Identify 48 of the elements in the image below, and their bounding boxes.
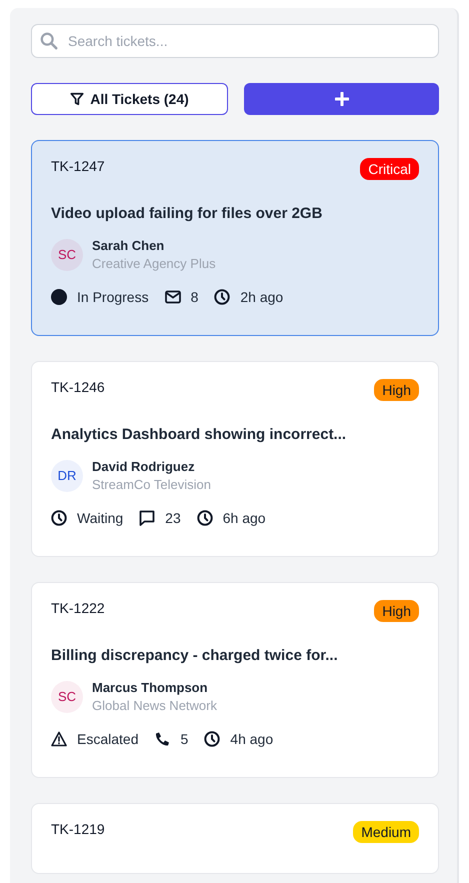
ticket-id: TK-1222 (51, 600, 105, 616)
message-count: 5 (180, 731, 188, 747)
filter-icon (70, 92, 84, 106)
customer-name: Marcus Thompson (92, 680, 209, 695)
ticket-title: Video upload failing for files over 2GB (51, 205, 324, 222)
ticket-id: TK-1246 (51, 379, 105, 395)
ticket-id: TK-1247 (51, 158, 105, 174)
ticket-id: TK-1219 (51, 821, 105, 837)
avatar: SC (51, 238, 83, 270)
company-name: Global News Network (92, 698, 217, 713)
ticket-card[interactable]: TK-1219 Medium (31, 803, 439, 874)
dot-icon (51, 289, 67, 305)
chat-icon (139, 510, 156, 526)
company-name: Creative Agency Plus (92, 256, 216, 271)
ticket-card[interactable]: TK-1247 Critical Video upload failing for files over 2GB SC Sarah Chen Creative Agency Plus In Progress 8 2h ago (31, 140, 439, 336)
filter-button[interactable]: All Tickets (24) (31, 83, 228, 115)
priority-badge: High (374, 600, 419, 622)
mail-icon (164, 290, 181, 304)
customer-name: Sarah Chen (92, 238, 166, 253)
status-label: In Progress (77, 289, 149, 305)
status-label: Escalated (77, 731, 138, 747)
time-ago: 6h ago (222, 510, 266, 526)
message-count: 23 (165, 510, 181, 526)
ticket-title: Analytics Dashboard showing incorrect... (51, 426, 348, 443)
ticket-title: Billing discrepancy - charged twice for... (51, 647, 339, 664)
clock-icon (204, 731, 220, 747)
status-label: Waiting (77, 510, 124, 526)
avatar: DR (51, 460, 83, 492)
ticket-card[interactable]: TK-1246 High Analytics Dashboard showing incorrect... DR David Rodriguez StreamCo Television Waiting 23 6h ago (31, 361, 439, 557)
warning-icon (51, 731, 67, 747)
ticket-card[interactable]: TK-1222 High Billing discrepancy - charged twice for... SC Marcus Thompson Global News Network Escalated 5 4h ago (31, 582, 439, 778)
search-icon (40, 32, 58, 50)
clock-icon (214, 289, 230, 305)
phone-icon (154, 731, 170, 747)
priority-badge: Critical (360, 158, 419, 180)
time-ago: 4h ago (230, 731, 274, 747)
clock-icon (196, 510, 213, 526)
priority-badge: Medium (353, 821, 419, 843)
priority-badge: High (374, 379, 419, 401)
search-field[interactable]: Search tickets... (31, 24, 439, 58)
message-count: 8 (190, 289, 198, 305)
add-button[interactable] (244, 83, 439, 115)
time-ago: 2h ago (240, 289, 284, 305)
plus-icon (334, 92, 348, 106)
clock-icon (51, 510, 67, 526)
customer-name: David Rodriguez (92, 459, 196, 474)
avatar: SC (51, 680, 83, 712)
company-name: StreamCo Television (92, 477, 211, 492)
